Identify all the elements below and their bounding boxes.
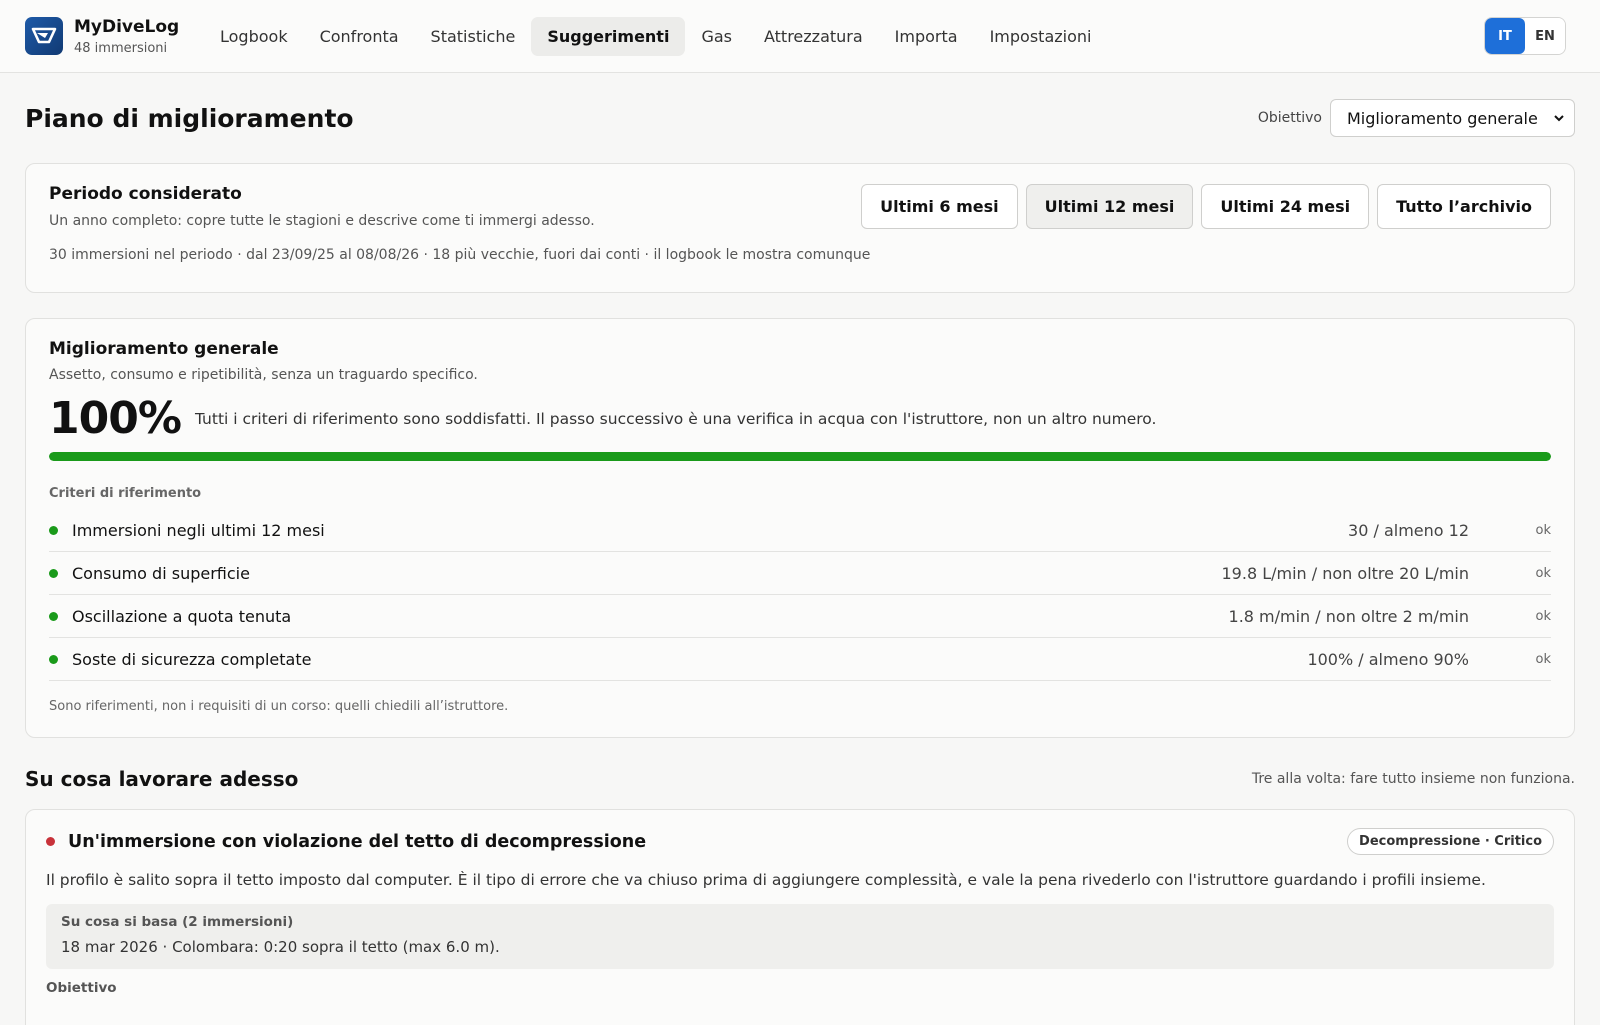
nav-attrezzatura[interactable]: Attrezzatura bbox=[748, 17, 879, 56]
chevron-down-icon bbox=[1554, 115, 1564, 122]
criterion-value: 30 / almeno 12 bbox=[1348, 520, 1469, 540]
period-all-button[interactable]: Tutto l’archivio bbox=[1377, 184, 1551, 229]
dive-mask-icon bbox=[31, 27, 57, 44]
basis-heading: Su cosa si basa (2 immersioni) bbox=[61, 914, 294, 930]
language-switch: IT EN bbox=[1484, 17, 1566, 55]
period-12-months-button[interactable]: Ultimi 12 mesi bbox=[1025, 184, 1194, 229]
issue-title: Un'immersione con violazione del tetto d… bbox=[68, 831, 647, 852]
criterion-value: 19.8 L/min / non oltre 20 L/min bbox=[1221, 563, 1470, 583]
criterion-row: Immersioni negli ultimi 12 mesi 30 / alm… bbox=[49, 509, 1551, 552]
objective-control: Obiettivo Miglioramento generale bbox=[1258, 99, 1575, 137]
criterion-row: Consumo di superficie 19.8 L/min / non o… bbox=[49, 552, 1551, 595]
criterion-name: Oscillazione a quota tenuta bbox=[72, 606, 292, 626]
issue-title-wrap: Un'immersione con violazione del tetto d… bbox=[46, 832, 646, 852]
nav-suggerimenti[interactable]: Suggerimenti bbox=[531, 16, 686, 56]
goal-title: Miglioramento generale bbox=[49, 339, 279, 359]
app-logo[interactable] bbox=[25, 17, 63, 55]
status-ok-icon bbox=[49, 654, 58, 664]
period-6-months-button[interactable]: Ultimi 6 mesi bbox=[861, 184, 1018, 229]
criteria-heading: Criteri di riferimento bbox=[49, 486, 202, 501]
app-name: MyDiveLog bbox=[74, 16, 180, 37]
goal-subtitle: Assetto, consumo e ripetibilità, senza u… bbox=[49, 367, 478, 383]
nav-statistiche[interactable]: Statistiche bbox=[415, 17, 532, 56]
criterion-name: Immersioni negli ultimi 12 mesi bbox=[72, 520, 325, 540]
criteria-footnote: Sono riferimenti, non i requisiti di un … bbox=[49, 699, 509, 714]
brand: MyDiveLog 48 immersioni bbox=[74, 17, 202, 56]
nav-confronta[interactable]: Confronta bbox=[304, 17, 415, 56]
period-24-months-button[interactable]: Ultimi 24 mesi bbox=[1201, 184, 1370, 229]
issue-objective-heading: Obiettivo bbox=[46, 980, 117, 996]
period-card: Periodo considerato Un anno completo: co… bbox=[25, 163, 1575, 293]
objective-select-value: Miglioramento generale bbox=[1347, 108, 1538, 128]
goal-card: Miglioramento generale Assetto, consumo … bbox=[25, 318, 1575, 738]
dive-count: 48 immersioni bbox=[74, 40, 168, 56]
issue-basis: Su cosa si basa (2 immersioni) 18 mar 20… bbox=[46, 904, 1554, 969]
criterion-status: ok bbox=[1535, 565, 1551, 581]
goal-progress-row: 100% Tutti i criteri di riferimento sono… bbox=[49, 393, 1551, 444]
status-ok-icon bbox=[49, 525, 58, 535]
status-ok-icon bbox=[49, 568, 58, 578]
criterion-row: Soste di sicurezza completate 100% / alm… bbox=[49, 638, 1551, 681]
criterion-value: 100% / almeno 90% bbox=[1307, 649, 1469, 669]
goal-note: Tutti i criteri di riferimento sono sodd… bbox=[194, 409, 1157, 428]
work-note: Tre alla volta: fare tutto insieme non f… bbox=[1251, 771, 1575, 787]
objective-select[interactable]: Miglioramento generale bbox=[1330, 99, 1575, 137]
criterion-status: ok bbox=[1535, 608, 1551, 624]
criterion-status: ok bbox=[1535, 651, 1551, 667]
issue-header: Un'immersione con violazione del tetto d… bbox=[46, 828, 1554, 855]
lang-en-button[interactable]: EN bbox=[1525, 18, 1565, 54]
goal-progress-fill bbox=[49, 452, 1551, 461]
criterion-value: 1.8 m/min / non oltre 2 m/min bbox=[1228, 606, 1469, 626]
period-selector: Ultimi 6 mesi Ultimi 12 mesi Ultimi 24 m… bbox=[861, 184, 1551, 229]
page-title: Piano di miglioramento bbox=[25, 103, 354, 133]
goal-percent: 100% bbox=[49, 393, 182, 444]
nav-impostazioni[interactable]: Impostazioni bbox=[974, 17, 1108, 56]
top-bar: MyDiveLog 48 immersioni Logbook Confront… bbox=[0, 0, 1600, 73]
status-ok-icon bbox=[49, 611, 58, 621]
lang-it-button[interactable]: IT bbox=[1485, 18, 1525, 54]
main-content: Piano di miglioramento Obiettivo Miglior… bbox=[0, 73, 1600, 1025]
goal-progress-bar bbox=[49, 452, 1551, 461]
nav-gas[interactable]: Gas bbox=[685, 17, 748, 56]
title-row: Piano di miglioramento Obiettivo Miglior… bbox=[25, 73, 1575, 163]
period-meta: 30 immersioni nel periodo · dal 23/09/25… bbox=[49, 247, 871, 263]
basis-text: 18 mar 2026 · Colombara: 0:20 sopra il t… bbox=[61, 938, 500, 956]
nav-logbook[interactable]: Logbook bbox=[204, 17, 304, 56]
criterion-name: Soste di sicurezza completate bbox=[72, 649, 312, 669]
work-header: Su cosa lavorare adesso Tre alla volta: … bbox=[25, 764, 1575, 794]
work-title: Su cosa lavorare adesso bbox=[25, 767, 299, 791]
criterion-status: ok bbox=[1535, 522, 1551, 538]
critical-status-icon bbox=[46, 837, 55, 846]
issue-description: Il profilo è salito sopra il tetto impos… bbox=[46, 871, 1486, 889]
nav-importa[interactable]: Importa bbox=[879, 17, 974, 56]
criterion-row: Oscillazione a quota tenuta 1.8 m/min / … bbox=[49, 595, 1551, 638]
objective-label: Obiettivo bbox=[1257, 110, 1322, 126]
issue-tag: Decompressione · Critico bbox=[1347, 828, 1554, 855]
issue-card: Un'immersione con violazione del tetto d… bbox=[25, 809, 1575, 1025]
main-nav: Logbook Confronta Statistiche Suggerimen… bbox=[204, 16, 1108, 56]
criterion-name: Consumo di superficie bbox=[72, 563, 250, 583]
